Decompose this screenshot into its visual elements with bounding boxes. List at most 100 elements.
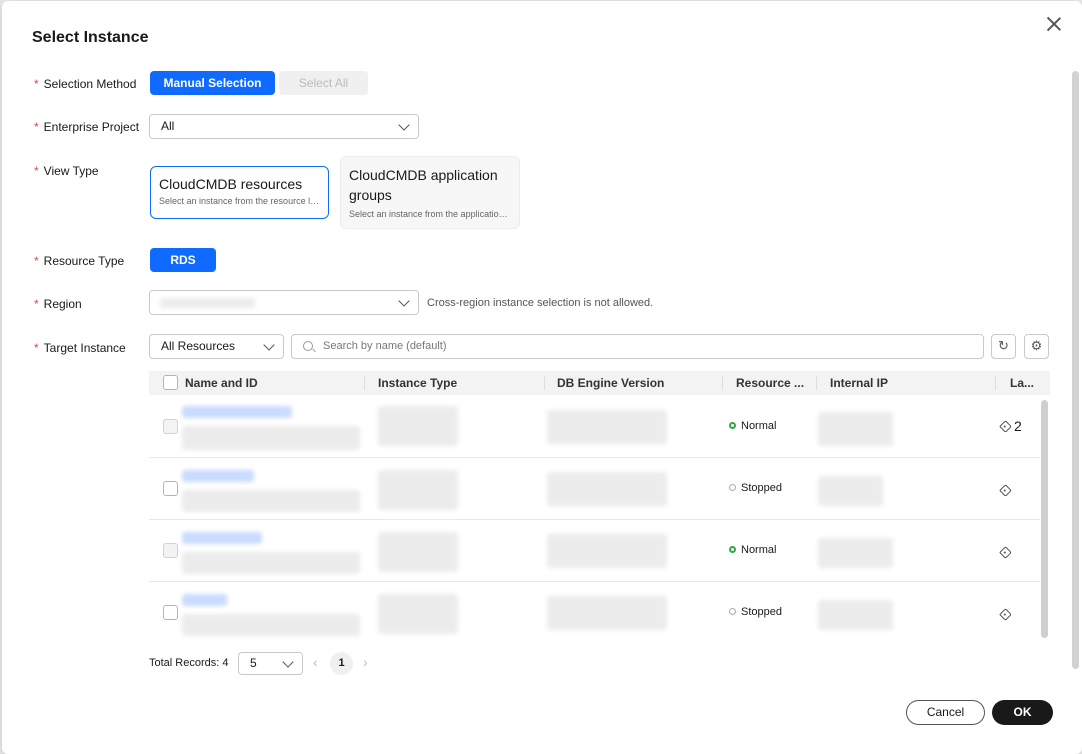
instance-type-redacted <box>378 532 458 572</box>
column-divider[interactable] <box>722 376 723 390</box>
db-engine-redacted <box>547 472 667 506</box>
groups-card-subtitle: Select an instance from the application.… <box>349 209 511 219</box>
selection-method-label: * Selection Method <box>34 77 137 91</box>
dialog-title: Select Instance <box>32 29 149 46</box>
close-icon[interactable] <box>1043 13 1065 35</box>
column-resource-status[interactable]: Resource ... <box>736 371 804 395</box>
status-dot <box>729 608 736 615</box>
tag-icon <box>999 420 1012 433</box>
column-labels[interactable]: La... <box>1010 371 1034 395</box>
enterprise-project-label: * Enterprise Project <box>34 120 140 134</box>
instance-name-link[interactable] <box>182 594 227 606</box>
tag-cell[interactable]: 2 <box>999 418 1022 434</box>
instance-type-redacted <box>378 470 458 510</box>
resource-type-rds-button[interactable]: RDS <box>150 248 216 272</box>
ok-button[interactable]: OK <box>992 700 1053 725</box>
resources-card-subtitle: Select an instance from the resource lis… <box>159 196 320 206</box>
settings-icon[interactable]: ⚙ <box>1024 334 1049 359</box>
column-instance-type[interactable]: Instance Type <box>378 371 457 395</box>
tag-icon <box>999 546 1012 559</box>
cancel-button[interactable]: Cancel <box>906 700 985 725</box>
total-records: Total Records: 4 <box>149 657 229 669</box>
db-engine-redacted <box>547 534 667 568</box>
column-divider[interactable] <box>364 376 365 390</box>
instance-id-redacted <box>182 614 360 636</box>
chevron-left-icon[interactable]: ‹ <box>313 654 318 670</box>
instance-name-link[interactable] <box>182 532 262 544</box>
enterprise-project-value: All <box>161 119 175 133</box>
region-value-redacted <box>160 298 255 308</box>
page-size-select[interactable]: 5 <box>238 652 303 675</box>
instance-name-link[interactable] <box>182 406 292 418</box>
page-1-button[interactable]: 1 <box>330 652 353 675</box>
chevron-down-icon <box>282 656 294 668</box>
resource-filter-select[interactable]: All Resources <box>149 334 284 359</box>
row-checkbox[interactable] <box>163 419 178 434</box>
column-divider[interactable] <box>816 376 817 390</box>
search-placeholder: Search by name (default) <box>323 340 447 352</box>
status-badge: Stopped <box>729 606 782 618</box>
search-icon <box>303 341 313 351</box>
internal-ip-redacted <box>818 412 893 446</box>
target-instance-label: * Target Instance <box>34 341 126 355</box>
column-db-engine[interactable]: DB Engine Version <box>557 371 664 395</box>
select-all-checkbox[interactable] <box>163 375 178 390</box>
tag-icon <box>999 608 1012 621</box>
page-size-value: 5 <box>250 656 257 670</box>
instance-name-link[interactable] <box>182 470 254 482</box>
column-internal-ip[interactable]: Internal IP <box>830 371 888 395</box>
enterprise-project-select[interactable]: All <box>149 114 419 139</box>
tag-cell[interactable] <box>999 544 1014 560</box>
region-label: * Region <box>34 297 82 311</box>
internal-ip-redacted <box>818 476 883 506</box>
chevron-right-icon[interactable]: › <box>363 654 368 670</box>
instance-type-redacted <box>378 406 458 446</box>
instance-id-redacted <box>182 426 360 450</box>
region-select[interactable] <box>149 290 419 315</box>
status-badge: Stopped <box>729 482 782 494</box>
table-header: Name and ID Instance Type DB Engine Vers… <box>149 371 1050 395</box>
groups-card-title: CloudCMDB application groups <box>349 167 498 203</box>
status-dot <box>729 484 736 491</box>
resource-type-label: * Resource Type <box>34 254 125 268</box>
row-checkbox[interactable] <box>163 605 178 620</box>
status-badge: Normal <box>729 420 776 432</box>
column-name-id[interactable]: Name and ID <box>185 371 258 395</box>
region-hint: Cross-region instance selection is not a… <box>427 297 654 309</box>
internal-ip-redacted <box>818 538 893 568</box>
row-checkbox[interactable] <box>163 543 178 558</box>
chevron-down-icon <box>263 339 275 351</box>
tag-cell[interactable] <box>999 606 1014 622</box>
table-scrollbar[interactable] <box>1041 400 1048 638</box>
table-row[interactable]: Stopped <box>149 582 1040 644</box>
db-engine-redacted <box>547 596 667 630</box>
instance-id-redacted <box>182 552 360 574</box>
table-row[interactable]: Normal <box>149 520 1040 582</box>
view-type-groups-card[interactable]: CloudCMDB application groups Select an i… <box>340 156 520 229</box>
manual-selection-button[interactable]: Manual Selection <box>150 71 275 95</box>
tag-cell[interactable] <box>999 482 1014 498</box>
column-divider[interactable] <box>995 376 996 390</box>
resources-card-title: CloudCMDB resources <box>159 176 303 192</box>
status-badge: Normal <box>729 544 776 556</box>
chevron-down-icon <box>398 119 410 131</box>
row-checkbox[interactable] <box>163 481 178 496</box>
column-divider[interactable] <box>544 376 545 390</box>
status-dot <box>729 422 736 429</box>
search-input[interactable]: Search by name (default) <box>291 334 984 359</box>
select-all-button[interactable]: Select All <box>279 71 368 95</box>
table-row[interactable]: Stopped <box>149 458 1040 520</box>
dialog-scrollbar[interactable] <box>1072 71 1079 669</box>
instance-type-redacted <box>378 594 458 634</box>
select-instance-dialog: Select Instance * Selection Method Manual… <box>2 1 1082 754</box>
tag-icon <box>999 484 1012 497</box>
resource-filter-value: All Resources <box>161 339 236 353</box>
instance-id-redacted <box>182 490 360 512</box>
internal-ip-redacted <box>818 600 893 630</box>
status-dot <box>729 546 736 553</box>
view-type-resources-card[interactable]: CloudCMDB resources Select an instance f… <box>150 166 329 219</box>
refresh-icon[interactable]: ↻ <box>991 334 1016 359</box>
db-engine-redacted <box>547 410 667 444</box>
table-row[interactable]: Normal 2 <box>149 396 1040 458</box>
tag-count: 2 <box>1014 418 1022 434</box>
